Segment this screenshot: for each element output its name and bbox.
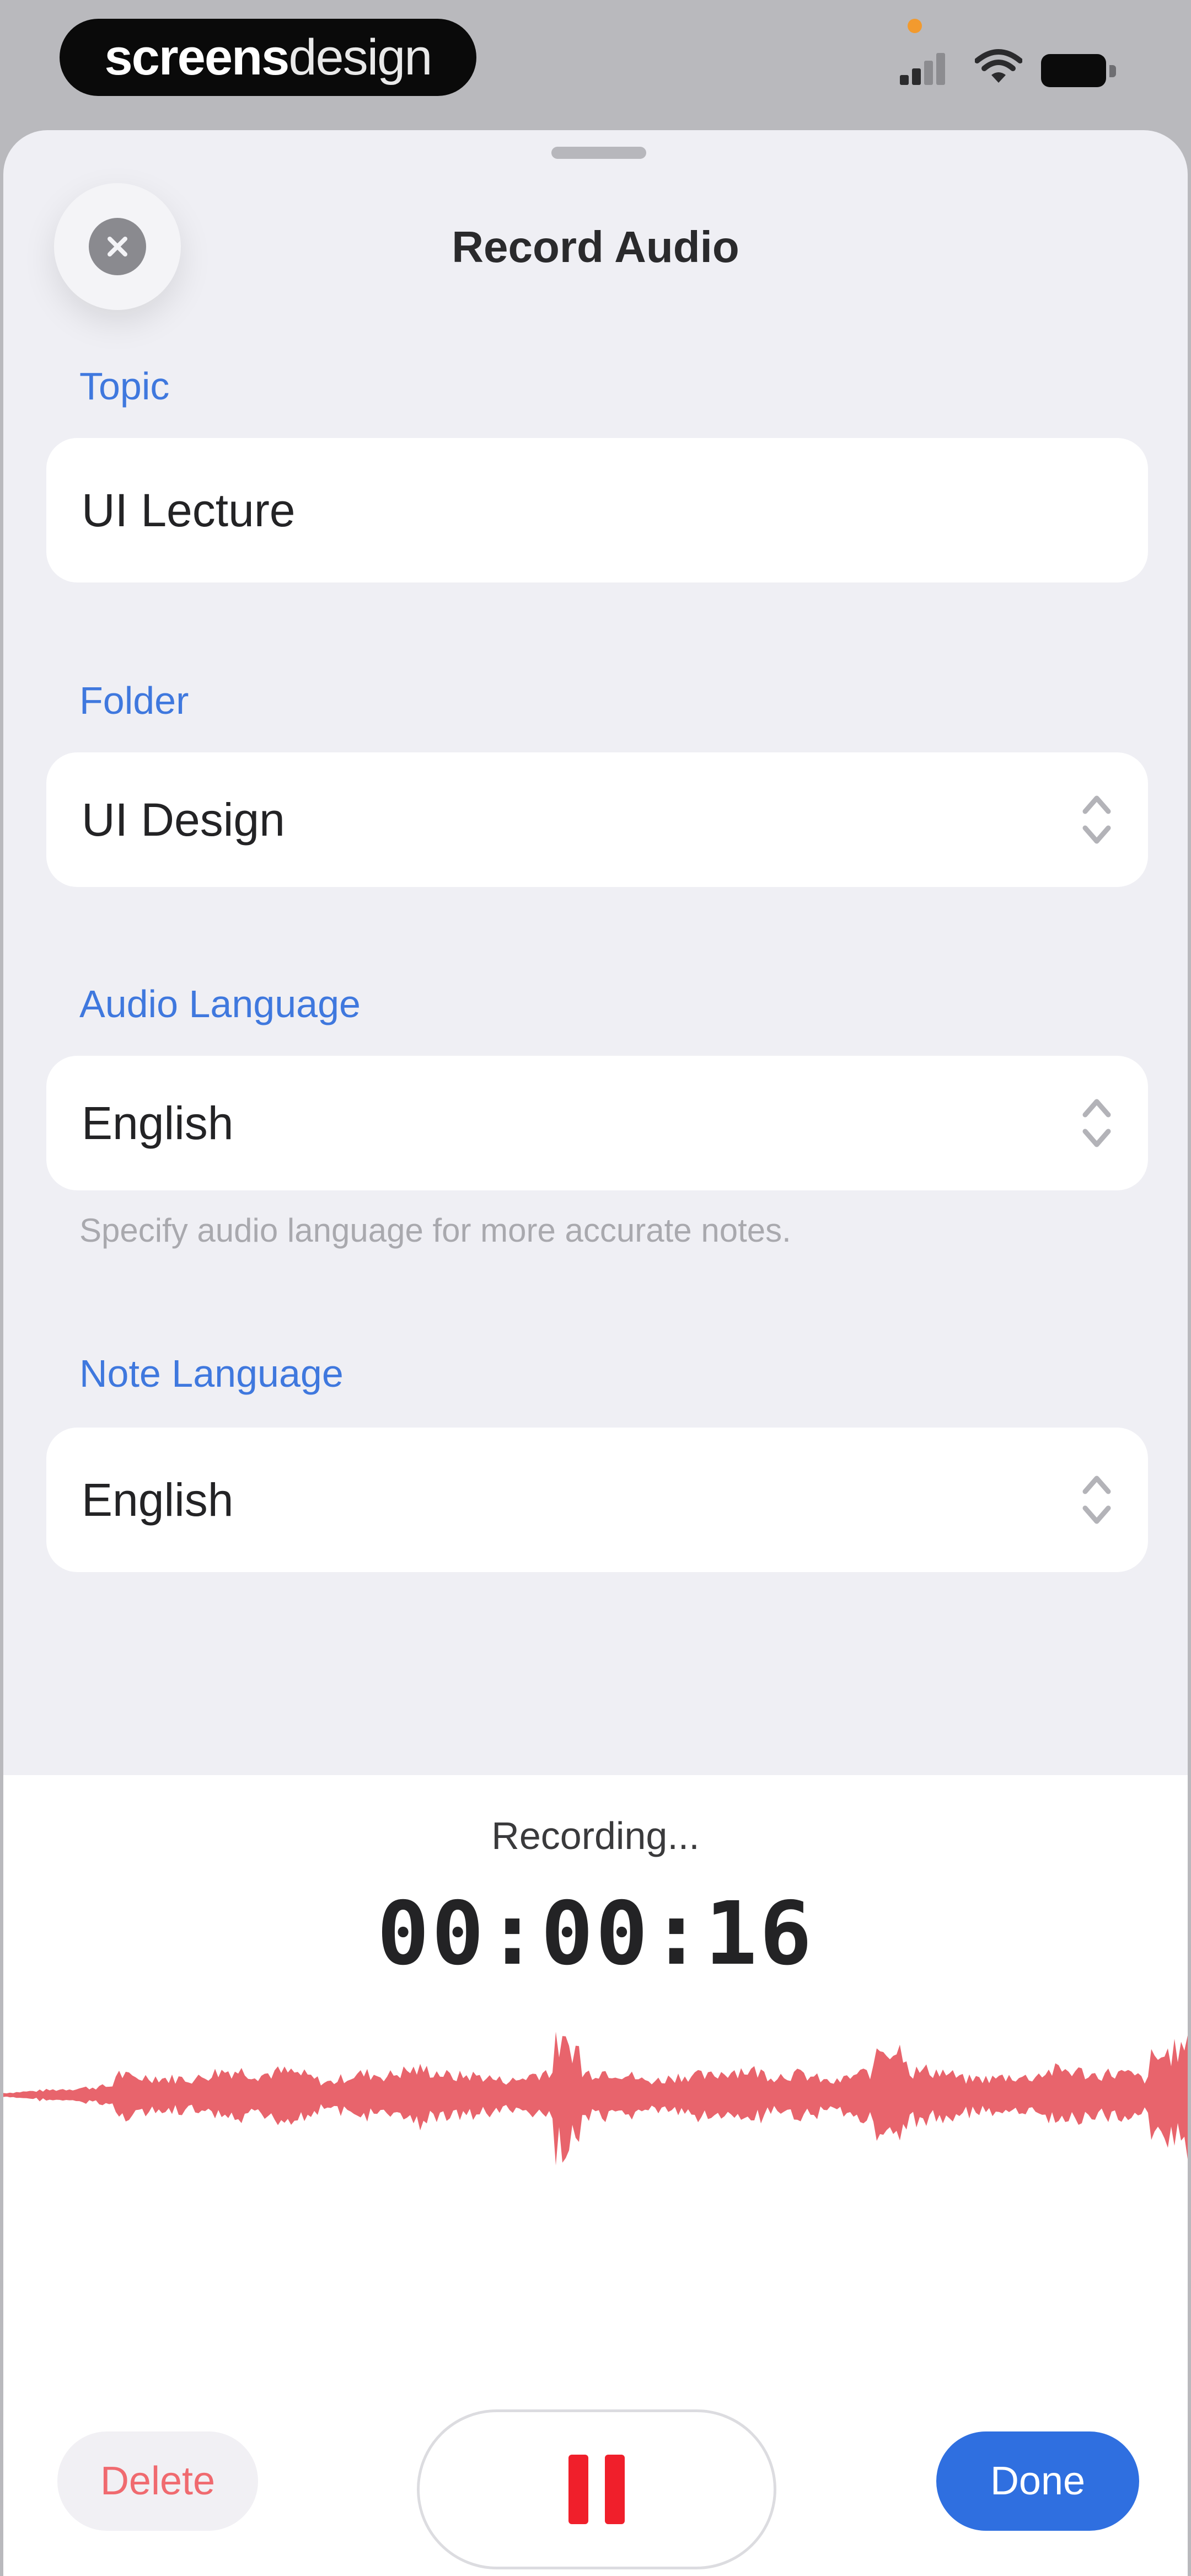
- chevron-up-down-icon: [1082, 1099, 1111, 1147]
- delete-button[interactable]: Delete: [57, 2431, 258, 2531]
- brand-logo: screens design: [60, 19, 476, 96]
- folder-select[interactable]: UI Design: [46, 752, 1148, 887]
- brand-logo-bold: screens: [104, 29, 290, 85]
- note-language-label: Note Language: [79, 1352, 344, 1395]
- note-language-value: English: [82, 1473, 234, 1526]
- page-title: Record Audio: [452, 222, 739, 271]
- folder-value: UI Design: [82, 793, 285, 846]
- recording-timer: 00:00:16: [377, 1883, 814, 1985]
- record-audio-sheet: Record Audio Topic UI Lecture Folder UI …: [3, 130, 1188, 2576]
- pause-button[interactable]: [417, 2409, 776, 2569]
- privacy-indicator: [908, 19, 922, 33]
- brand-logo-light: design: [288, 29, 432, 85]
- battery-icon: [1041, 54, 1116, 87]
- topic-label: Topic: [79, 365, 170, 408]
- wifi-icon: [975, 49, 1022, 83]
- waveform-baseline: [3, 2093, 1188, 2097]
- recording-status: Recording...: [491, 1814, 700, 1857]
- chevron-up-down-icon: [1082, 1476, 1111, 1524]
- audio-waveform: [3, 2032, 1188, 2166]
- chevron-up-down-icon: [1082, 795, 1111, 844]
- status-bar: screens design: [0, 0, 1191, 121]
- done-button[interactable]: Done: [936, 2431, 1139, 2531]
- recording-panel: Recording... 00:00:16 Delete Done: [3, 1775, 1188, 2576]
- topic-field[interactable]: UI Lecture: [46, 438, 1148, 582]
- pause-icon: [568, 2455, 588, 2524]
- sheet-grabber[interactable]: [551, 147, 646, 159]
- waveform-shape: [3, 2032, 1188, 2166]
- note-language-select[interactable]: English: [46, 1428, 1148, 1572]
- folder-label: Folder: [79, 679, 189, 722]
- audio-language-value: English: [82, 1097, 234, 1149]
- signal-icon: [900, 52, 947, 85]
- audio-language-helper: Specify audio language for more accurate…: [79, 1212, 791, 1249]
- topic-value: UI Lecture: [82, 484, 296, 536]
- audio-language-select[interactable]: English: [46, 1056, 1148, 1190]
- pause-icon: [605, 2455, 625, 2524]
- audio-language-label: Audio Language: [79, 982, 361, 1025]
